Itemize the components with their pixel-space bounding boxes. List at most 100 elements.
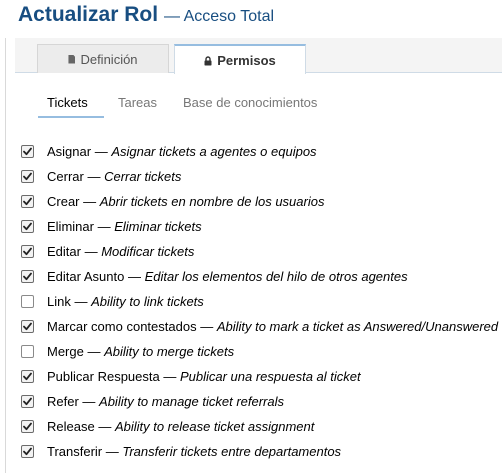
permission-row: Crear — Abrir tickets en nombre de los u… (21, 189, 498, 214)
permission-separator: — (83, 344, 105, 359)
permission-separator: — (159, 369, 180, 384)
permission-name: Refer (47, 394, 79, 409)
checkmark-icon (23, 222, 32, 231)
permission-checkbox[interactable] (21, 320, 34, 333)
permission-label: Publicar Respuesta — Publicar una respue… (47, 369, 361, 384)
permission-description: Ability to merge tickets (104, 344, 235, 359)
permission-label: Transferir — Transferir tickets entre de… (47, 444, 341, 459)
checkmark-icon (23, 147, 32, 156)
permission-label: Merge — Ability to merge tickets (47, 344, 234, 359)
permission-name: Merge (47, 344, 84, 359)
permission-description: Abrir tickets en nombre de los usuarios (99, 194, 325, 209)
permission-description: Asignar tickets a agentes o equipos (111, 144, 317, 159)
checkmark-icon (23, 372, 32, 381)
permission-row: Marcar como contestados — Ability to mar… (21, 314, 498, 339)
permission-label: Asignar — Asignar tickets a agentes o eq… (47, 144, 317, 159)
checkmark-icon (23, 322, 32, 331)
document-icon (68, 54, 76, 64)
permission-label: Eliminar — Eliminar tickets (47, 219, 202, 234)
subtab-tickets[interactable]: Tickets (47, 95, 88, 110)
tab-definicion-label: Definición (80, 51, 138, 67)
permission-separator: — (91, 144, 112, 159)
permission-separator: — (80, 244, 102, 259)
subtab-base-de-conocimientos[interactable]: Base de conocimientos (183, 95, 317, 110)
permission-separator: — (93, 219, 115, 234)
permission-checkbox[interactable] (21, 445, 34, 458)
permission-description: Ability to manage ticket referrals (99, 394, 284, 409)
permission-name: Link (47, 294, 71, 309)
permission-description: Transferir tickets entre departamentos (122, 444, 342, 459)
permission-description: Cerrar tickets (104, 169, 182, 184)
permission-row: Link — Ability to link tickets (21, 289, 498, 314)
permission-separator: — (70, 294, 92, 309)
permission-row: Editar — Modificar tickets (21, 239, 498, 264)
checkmark-icon (23, 447, 32, 456)
permission-separator: — (78, 394, 100, 409)
permission-name: Release (47, 419, 95, 434)
permission-checkbox[interactable] (21, 170, 34, 183)
permission-row: Transferir — Transferir tickets entre de… (21, 439, 498, 464)
checkmark-icon (23, 172, 32, 181)
permission-row: Publicar Respuesta — Publicar una respue… (21, 364, 498, 389)
permission-row: Asignar — Asignar tickets a agentes o eq… (21, 139, 498, 164)
permission-checkbox[interactable] (21, 370, 34, 383)
permission-checkbox[interactable] (21, 345, 34, 358)
permission-description: Ability to release ticket assignment (114, 419, 315, 434)
permission-checkbox[interactable] (21, 395, 34, 408)
permissions-list: Asignar — Asignar tickets a agentes o eq… (21, 139, 498, 464)
permission-description: Ability to mark a ticket as Answered/Una… (216, 319, 499, 334)
tab-definicion[interactable]: Definición (37, 44, 169, 73)
permission-description: Editar los elementos del hilo de otros a… (144, 269, 408, 284)
permission-separator: — (124, 269, 145, 284)
page-title-subtitle: — Acceso Total (164, 8, 275, 25)
permission-description: Publicar una respuesta al ticket (179, 369, 361, 384)
permission-label: Release — Ability to release ticket assi… (47, 419, 314, 434)
tab-permisos[interactable]: Permisos (174, 44, 306, 74)
permission-name: Crear (47, 194, 80, 209)
permission-separator: — (102, 444, 123, 459)
permission-label: Cerrar — Cerrar tickets (47, 169, 181, 184)
permission-name: Transferir (47, 444, 103, 459)
permission-checkbox[interactable] (21, 420, 34, 433)
permission-checkbox[interactable] (21, 245, 34, 258)
page-title: Actualizar Rol — Acceso Total (18, 3, 274, 27)
permission-name: Editar Asunto (47, 269, 125, 284)
permission-checkbox[interactable] (21, 195, 34, 208)
permission-name: Eliminar (47, 219, 94, 234)
permission-checkbox[interactable] (21, 295, 34, 308)
permission-separator: — (79, 194, 100, 209)
checkmark-icon (23, 397, 32, 406)
permission-description: Modificar tickets (101, 244, 195, 259)
permission-name: Cerrar (47, 169, 84, 184)
permission-label: Refer — Ability to manage ticket referra… (47, 394, 284, 409)
permission-label: Editar — Modificar tickets (47, 244, 194, 259)
permission-row: Eliminar — Eliminar tickets (21, 214, 498, 239)
checkmark-icon (23, 422, 32, 431)
permission-name: Asignar (47, 144, 92, 159)
checkmark-icon (23, 272, 32, 281)
tab-permisos-label: Permisos (217, 52, 276, 68)
checkmark-icon (23, 197, 32, 206)
permission-name: Marcar como contestados (47, 319, 197, 334)
content-left-border (5, 38, 6, 473)
permission-separator: — (94, 419, 115, 434)
checkmark-icon (23, 247, 32, 256)
permission-name: Publicar Respuesta (47, 369, 160, 384)
permission-row: Release — Ability to release ticket assi… (21, 414, 498, 439)
permission-separator: — (83, 169, 105, 184)
permission-checkbox[interactable] (21, 220, 34, 233)
permission-row: Cerrar — Cerrar tickets (21, 164, 498, 189)
permission-label: Crear — Abrir tickets en nombre de los u… (47, 194, 324, 209)
permission-name: Editar (47, 244, 81, 259)
permission-checkbox[interactable] (21, 145, 34, 158)
lock-icon (204, 54, 212, 69)
subtab-tareas[interactable]: Tareas (118, 95, 157, 110)
permission-row: Merge — Ability to merge tickets (21, 339, 498, 364)
permission-row: Editar Asunto — Editar los elementos del… (21, 264, 498, 289)
permission-checkbox[interactable] (21, 270, 34, 283)
page-title-main: Actualizar Rol (18, 3, 159, 26)
permission-row: Refer — Ability to manage ticket referra… (21, 389, 498, 414)
permission-description: Ability to link tickets (91, 294, 204, 309)
permission-label: Marcar como contestados — Ability to mar… (47, 319, 498, 334)
permission-description: Eliminar tickets (114, 219, 202, 234)
